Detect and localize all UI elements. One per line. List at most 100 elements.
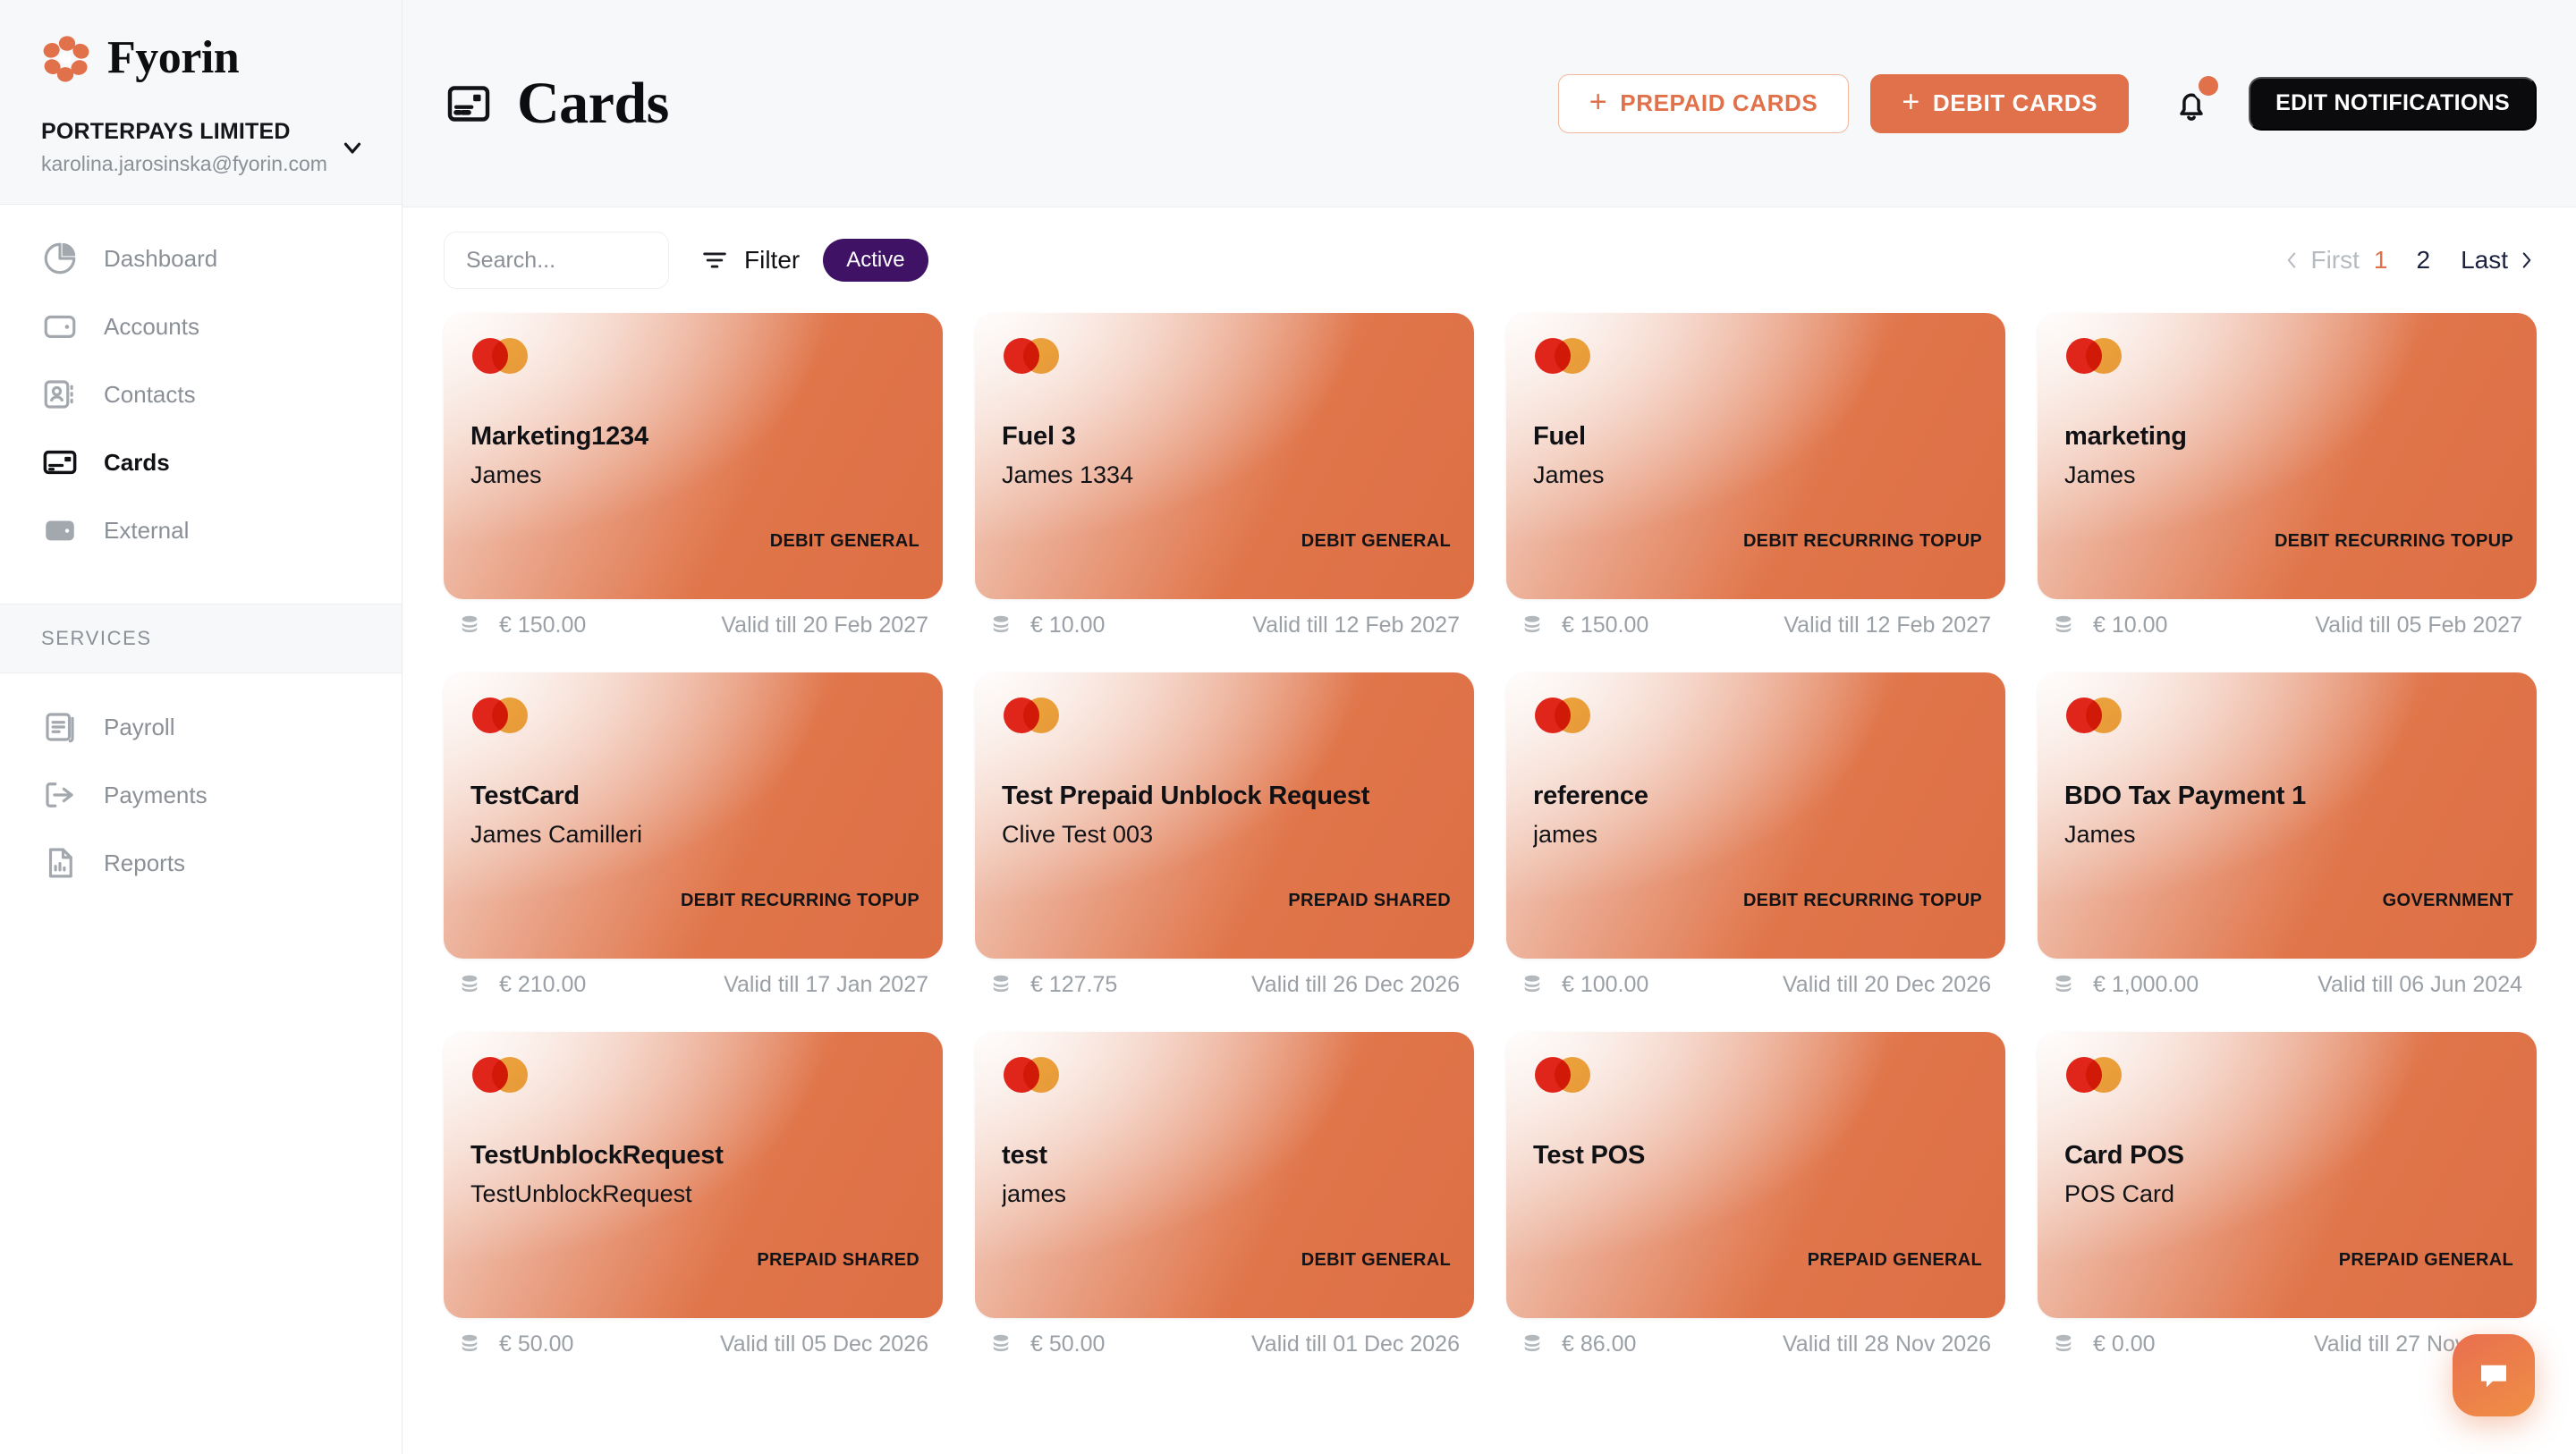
card-name: reference bbox=[1533, 782, 1648, 810]
status-badge-active[interactable]: Active bbox=[823, 239, 928, 282]
card-cell[interactable]: Fuel James DEBIT RECURRING TOPUP € 150.0… bbox=[1506, 313, 2005, 638]
coins-stack-icon bbox=[2050, 1331, 2077, 1357]
card-valid-till: Valid till 12 Feb 2027 bbox=[1252, 612, 1460, 638]
card-cell[interactable]: Test Prepaid Unblock Request Clive Test … bbox=[975, 672, 1474, 998]
card-cell[interactable]: marketing James DEBIT RECURRING TOPUP € … bbox=[2038, 313, 2537, 638]
card-face[interactable]: Card POS POS Card PREPAID GENERAL bbox=[2038, 1032, 2537, 1318]
chat-support-button[interactable] bbox=[2453, 1334, 2535, 1416]
card-face[interactable]: TestUnblockRequest TestUnblockRequest PR… bbox=[444, 1032, 943, 1318]
card-meta: € 127.75 Valid till 26 Dec 2026 bbox=[975, 959, 1474, 998]
edit-notifications-button[interactable]: EDIT NOTIFICATIONS bbox=[2249, 76, 2537, 131]
card-cell[interactable]: Test POS PREPAID GENERAL € 86.00 Valid t… bbox=[1506, 1032, 2005, 1357]
card-holder: TestUnblockRequest bbox=[470, 1180, 692, 1207]
card-cell[interactable]: reference james DEBIT RECURRING TOPUP € … bbox=[1506, 672, 2005, 998]
sidebar-item-dashboard[interactable]: Dashboard bbox=[0, 224, 402, 292]
card-holder: James bbox=[2064, 461, 2136, 488]
pagination-last[interactable]: Last bbox=[2461, 246, 2537, 275]
card-holder: james bbox=[1533, 821, 1598, 848]
brand[interactable]: Fyorin bbox=[0, 34, 402, 118]
sidebar-item-contacts[interactable]: Contacts bbox=[0, 360, 402, 428]
coins-stack-icon bbox=[456, 1331, 483, 1357]
card-name: Test POS bbox=[1533, 1141, 1646, 1170]
card-type-label: DEBIT RECURRING TOPUP bbox=[1742, 891, 1982, 910]
card-balance: € 150.00 bbox=[1562, 612, 1649, 638]
debit-cards-button[interactable]: + DEBIT CARDS bbox=[1870, 73, 2130, 133]
card-balance: € 50.00 bbox=[499, 1331, 574, 1357]
mastercard-yellow-circle bbox=[2086, 1057, 2122, 1093]
coins-stack-icon bbox=[987, 971, 1014, 998]
card-cell[interactable]: Marketing1234 James DEBIT GENERAL € 150.… bbox=[444, 313, 943, 638]
sidebar-item-payments[interactable]: Payments bbox=[0, 761, 402, 829]
search-input[interactable] bbox=[444, 232, 669, 289]
pagination-first[interactable]: First bbox=[2282, 246, 2360, 275]
filter-button[interactable]: Filter bbox=[699, 245, 800, 275]
card-face[interactable]: Fuel James DEBIT RECURRING TOPUP bbox=[1506, 313, 2005, 599]
card-balance: € 127.75 bbox=[1030, 971, 1118, 997]
card-cell[interactable]: TestCard James Camilleri DEBIT RECURRING… bbox=[444, 672, 943, 998]
coins-stack-icon bbox=[456, 971, 483, 998]
notification-badge-dot bbox=[2199, 75, 2219, 96]
pagination-page-2[interactable]: 2 bbox=[2402, 246, 2445, 275]
chevron-down-icon[interactable] bbox=[339, 134, 366, 161]
mastercard-yellow-circle bbox=[1555, 697, 1590, 733]
mastercard-logo-icon bbox=[2066, 338, 2122, 374]
mastercard-logo-icon bbox=[1535, 338, 1590, 374]
card-holder: James 1334 bbox=[1002, 461, 1134, 488]
mastercard-logo-icon bbox=[1004, 697, 1059, 733]
notifications-button[interactable] bbox=[2166, 75, 2219, 131]
card-face[interactable]: Fuel 3 James 1334 DEBIT GENERAL bbox=[975, 313, 1474, 599]
sidebar-item-payroll[interactable]: Payroll bbox=[0, 693, 402, 761]
coins-stack-icon bbox=[987, 1331, 1014, 1357]
card-type-label: DEBIT GENERAL bbox=[769, 531, 919, 551]
reports-chart-icon bbox=[41, 844, 79, 882]
pagination-last-label: Last bbox=[2461, 246, 2508, 274]
mastercard-logo-icon bbox=[2066, 1057, 2122, 1093]
card-face[interactable]: Test Prepaid Unblock Request Clive Test … bbox=[975, 672, 1474, 959]
prepaid-cards-button[interactable]: + PREPAID CARDS bbox=[1557, 73, 1850, 133]
card-face[interactable]: Test POS PREPAID GENERAL bbox=[1506, 1032, 2005, 1318]
card-meta: € 86.00 Valid till 28 Nov 2026 bbox=[1506, 1318, 2005, 1357]
plus-icon: + bbox=[1589, 85, 1608, 119]
sidebar-item-label: Contacts bbox=[104, 380, 196, 408]
sidebar-item-label: Reports bbox=[104, 849, 186, 876]
card-cell[interactable]: BDO Tax Payment 1 James GOVERNMENT € 1,0… bbox=[2038, 672, 2537, 998]
card-meta: € 150.00 Valid till 20 Feb 2027 bbox=[444, 599, 943, 638]
wallet-icon bbox=[41, 308, 79, 345]
card-cell[interactable]: Fuel 3 James 1334 DEBIT GENERAL € 10.00 … bbox=[975, 313, 1474, 638]
card-cell[interactable]: test james DEBIT GENERAL € 50.00 Valid t… bbox=[975, 1032, 1474, 1357]
card-valid-till: Valid till 20 Dec 2026 bbox=[1782, 971, 1991, 997]
card-type-label: PREPAID SHARED bbox=[1288, 891, 1451, 910]
sidebar-item-accounts[interactable]: Accounts bbox=[0, 292, 402, 360]
filter-label: Filter bbox=[744, 246, 801, 274]
sidebar-item-reports[interactable]: Reports bbox=[0, 829, 402, 897]
card-face[interactable]: marketing James DEBIT RECURRING TOPUP bbox=[2038, 313, 2537, 599]
card-type-label: PREPAID GENERAL bbox=[2338, 1250, 2513, 1270]
contact-book-icon bbox=[41, 376, 79, 413]
services-nav: Payroll Payments Reports bbox=[0, 673, 402, 897]
card-balance: € 10.00 bbox=[1030, 612, 1106, 638]
card-balance: € 150.00 bbox=[499, 612, 587, 638]
sidebar-item-external[interactable]: External bbox=[0, 496, 402, 564]
card-cell[interactable]: Card POS POS Card PREPAID GENERAL € 0.00… bbox=[2038, 1032, 2537, 1357]
card-face[interactable]: test james DEBIT GENERAL bbox=[975, 1032, 1474, 1318]
card-cell[interactable]: TestUnblockRequest TestUnblockRequest PR… bbox=[444, 1032, 943, 1357]
coins-stack-icon bbox=[1519, 612, 1546, 638]
sidebar-section-services: SERVICES bbox=[0, 604, 402, 673]
card-face[interactable]: TestCard James Camilleri DEBIT RECURRING… bbox=[444, 672, 943, 959]
card-face[interactable]: Marketing1234 James DEBIT GENERAL bbox=[444, 313, 943, 599]
sidebar-item-label: Dashboard bbox=[104, 244, 218, 272]
card-name: marketing bbox=[2064, 422, 2187, 451]
page-header: Cards + PREPAID CARDS + DEBIT CARDS EDIT… bbox=[402, 0, 2576, 207]
pagination-page-1[interactable]: 1 bbox=[2360, 246, 2402, 275]
card-face[interactable]: reference james DEBIT RECURRING TOPUP bbox=[1506, 672, 2005, 959]
mastercard-yellow-circle bbox=[1023, 1057, 1059, 1093]
card-face[interactable]: BDO Tax Payment 1 James GOVERNMENT bbox=[2038, 672, 2537, 959]
external-wallet-icon bbox=[41, 511, 79, 549]
card-balance: € 100.00 bbox=[1562, 971, 1649, 997]
org-switcher[interactable]: PORTERPAYS LIMITED karolina.jarosinska@f… bbox=[0, 118, 402, 177]
mastercard-logo-icon bbox=[1004, 338, 1059, 374]
card-meta: € 50.00 Valid till 05 Dec 2026 bbox=[444, 1318, 943, 1357]
card-type-label: DEBIT RECURRING TOPUP bbox=[1742, 531, 1982, 551]
sidebar-item-cards[interactable]: Cards bbox=[0, 428, 402, 496]
card-name: Card POS bbox=[2064, 1141, 2184, 1170]
